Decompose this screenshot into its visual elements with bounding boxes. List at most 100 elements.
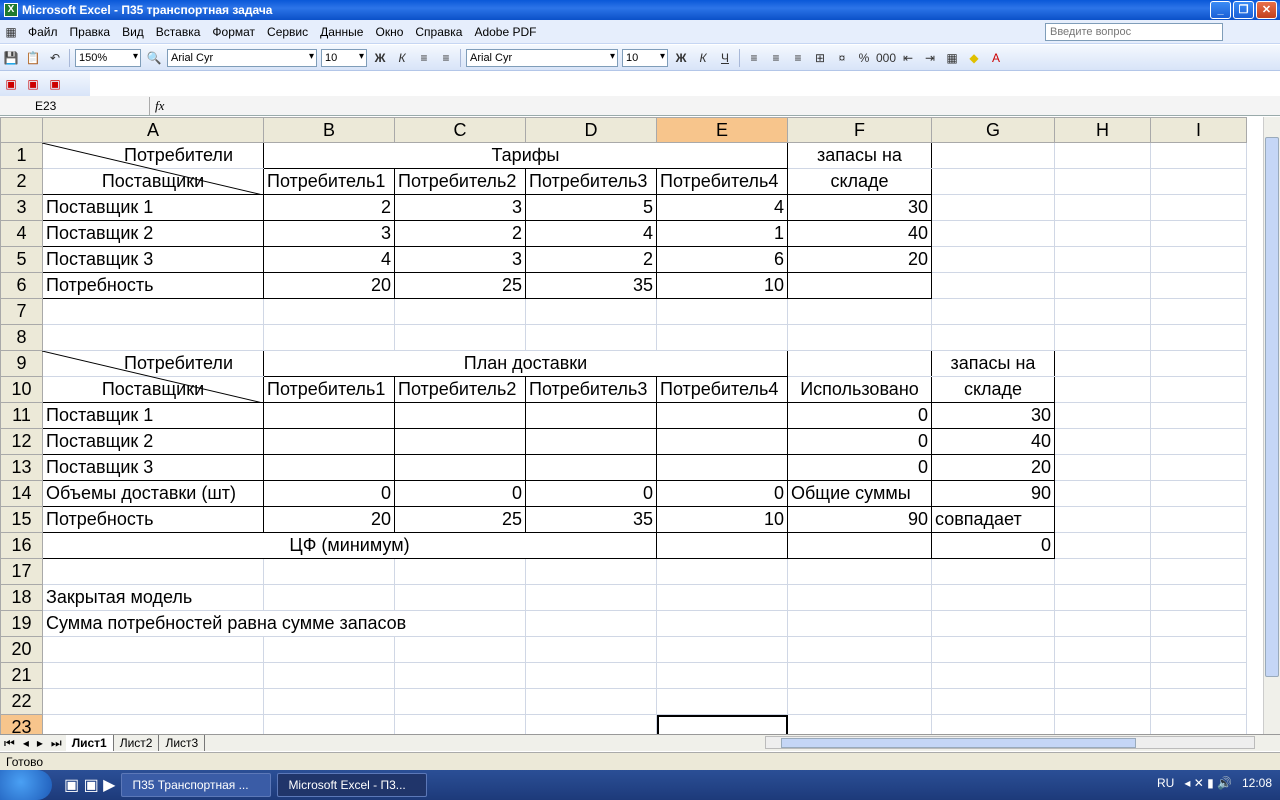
cell[interactable] — [1150, 324, 1247, 351]
cell[interactable] — [1054, 636, 1151, 663]
consumer-header[interactable]: Потребитель4 — [656, 168, 788, 195]
clock[interactable]: 12:08 — [1242, 776, 1272, 790]
volume-cell[interactable]: 0 — [394, 480, 526, 507]
cell[interactable] — [1054, 324, 1151, 351]
plan-cell[interactable] — [525, 402, 657, 429]
cell[interactable] — [42, 324, 264, 351]
tariff-cell[interactable]: 4 — [656, 194, 788, 221]
consumer-header[interactable]: Потребитель1 — [263, 376, 395, 403]
quicklaunch-icon[interactable]: ▣ ▣ ▶ — [64, 775, 115, 795]
tariff-cell[interactable]: 4 — [263, 246, 395, 273]
cell[interactable] — [1150, 298, 1247, 325]
thousands-icon[interactable]: 000 — [876, 48, 896, 68]
cell[interactable] — [1150, 272, 1247, 299]
cell[interactable] — [787, 532, 932, 559]
stock-cell[interactable]: 30 — [931, 402, 1055, 429]
row-header[interactable]: 4 — [0, 220, 43, 247]
cell[interactable] — [1054, 142, 1151, 169]
cell[interactable] — [1150, 662, 1247, 689]
cell[interactable] — [42, 558, 264, 585]
cell[interactable] — [931, 610, 1055, 637]
menu-window[interactable]: Окно — [369, 25, 409, 39]
cell[interactable] — [1150, 714, 1247, 734]
cell[interactable] — [525, 636, 657, 663]
objective-label[interactable]: ЦФ (минимум) — [42, 532, 657, 559]
supplier-label[interactable]: Поставщик 1 — [42, 402, 264, 429]
cell[interactable] — [263, 714, 395, 734]
stock-cell[interactable]: 30 — [787, 194, 932, 221]
cell[interactable] — [394, 584, 526, 611]
align-left-icon-2[interactable]: ≡ — [744, 48, 764, 68]
cell[interactable] — [1150, 584, 1247, 611]
plan-cell[interactable] — [263, 402, 395, 429]
cell[interactable] — [1150, 688, 1247, 715]
row-header[interactable]: 21 — [0, 662, 43, 689]
cell[interactable] — [1150, 480, 1247, 507]
selected-cell[interactable] — [656, 714, 788, 734]
need-cell[interactable]: 10 — [656, 506, 788, 533]
save-icon[interactable]: 💾 — [1, 48, 21, 68]
used-cell[interactable]: 0 — [787, 454, 932, 481]
doc-icon[interactable]: ▦ — [1, 22, 21, 42]
row-header[interactable]: 2 — [0, 168, 43, 195]
cell[interactable] — [931, 714, 1055, 734]
cell[interactable] — [1150, 402, 1247, 429]
cell[interactable] — [656, 584, 788, 611]
cell[interactable] — [931, 194, 1055, 221]
cell[interactable] — [656, 324, 788, 351]
cell[interactable] — [931, 220, 1055, 247]
cell[interactable] — [1054, 220, 1151, 247]
start-button[interactable] — [0, 770, 52, 800]
cell[interactable] — [787, 636, 932, 663]
tab-sheet2[interactable]: Лист2 — [114, 735, 160, 751]
cell[interactable] — [931, 272, 1055, 299]
cell[interactable] — [931, 636, 1055, 663]
consumer-header[interactable]: Потребитель4 — [656, 376, 788, 403]
menu-insert[interactable]: Вставка — [150, 25, 207, 39]
cell[interactable] — [394, 636, 526, 663]
zoom-select[interactable]: 150% — [75, 48, 141, 67]
cell[interactable] — [1054, 714, 1151, 734]
cell[interactable] — [1150, 610, 1247, 637]
totals-cell[interactable]: 90 — [931, 480, 1055, 507]
pdf-review-icon[interactable]: ▣ — [45, 74, 65, 94]
plan-cell[interactable] — [394, 428, 526, 455]
row-header[interactable]: 22 — [0, 688, 43, 715]
font-select-2[interactable]: Arial Cyr — [466, 48, 618, 67]
column-header[interactable]: A — [42, 117, 264, 143]
need-cell[interactable]: 20 — [263, 506, 395, 533]
supplier-label[interactable]: Поставщик 2 — [42, 428, 264, 455]
font-select[interactable]: Arial Cyr — [167, 48, 317, 67]
need-cell[interactable]: 10 — [656, 272, 788, 299]
need-sum-cell[interactable]: 90 — [787, 506, 932, 533]
tariff-cell[interactable]: 3 — [263, 220, 395, 247]
stock-cell[interactable]: 20 — [787, 246, 932, 273]
volume-cell[interactable]: 0 — [656, 480, 788, 507]
supplier-label[interactable]: Поставщик 2 — [42, 220, 264, 247]
tariff-cell[interactable]: 3 — [394, 194, 526, 221]
tab-nav-first-icon[interactable]: ⏮ — [0, 736, 19, 751]
cell[interactable] — [1150, 246, 1247, 273]
cell[interactable] — [787, 584, 932, 611]
cell[interactable] — [525, 610, 657, 637]
italic-button[interactable]: К — [392, 48, 412, 68]
cell[interactable] — [1054, 298, 1151, 325]
cell[interactable] — [1054, 246, 1151, 273]
tray-icons[interactable]: ◂ ✕ ▮ 🔊 — [1184, 776, 1232, 790]
close-button[interactable]: ✕ — [1256, 1, 1277, 19]
row-header[interactable]: 15 — [0, 506, 43, 533]
percent-icon[interactable]: % — [854, 48, 874, 68]
menu-edit[interactable]: Правка — [64, 25, 117, 39]
cell[interactable] — [525, 662, 657, 689]
taskbar-item-excel[interactable]: Microsoft Excel - П3... — [277, 773, 428, 797]
cell[interactable] — [787, 714, 932, 734]
font-size-select[interactable]: 10 — [321, 48, 367, 67]
row-header[interactable]: 3 — [0, 194, 43, 221]
menu-adobe-pdf[interactable]: Adobe PDF — [468, 25, 542, 39]
tab-nav-next-icon[interactable]: ▸ — [33, 736, 47, 750]
cell[interactable] — [525, 298, 657, 325]
need-cell[interactable]: 20 — [263, 272, 395, 299]
cell[interactable] — [787, 558, 932, 585]
used-cell[interactable]: 0 — [787, 402, 932, 429]
row-header[interactable]: 11 — [0, 402, 43, 429]
